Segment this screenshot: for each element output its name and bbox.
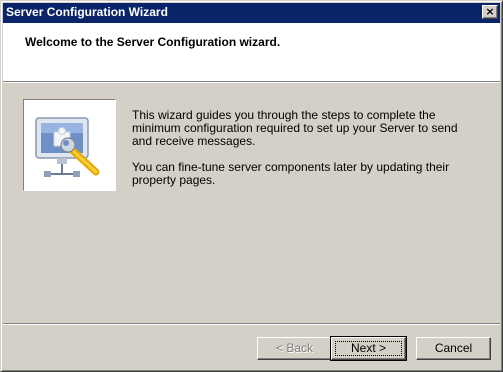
server-config-icon (35, 117, 100, 177)
focus-ring (335, 341, 402, 356)
close-icon: × (485, 5, 495, 18)
cancel-button[interactable]: Cancel (416, 337, 491, 360)
header-divider (3, 81, 500, 83)
close-button[interactable]: × (482, 5, 498, 19)
intro-paragraph: This wizard guides you through the steps… (132, 108, 458, 148)
wizard-heading: Welcome to the Server Configuration wiza… (25, 35, 281, 49)
footer-divider (3, 323, 500, 325)
wizard-image-panel (23, 99, 116, 191)
title-bar[interactable]: Server Configuration Wizard × (3, 3, 500, 23)
header-panel: Welcome to the Server Configuration wiza… (3, 23, 500, 81)
wizard-description: This wizard guides you through the steps… (132, 109, 477, 200)
wizard-window: Server Configuration Wizard × Welcome to… (0, 0, 503, 372)
window-title: Server Configuration Wizard (6, 5, 168, 19)
back-button[interactable]: < Back (257, 337, 332, 360)
next-button[interactable]: Next > (330, 336, 407, 361)
fine-tune-paragraph: You can fine-tune server components late… (132, 160, 450, 187)
